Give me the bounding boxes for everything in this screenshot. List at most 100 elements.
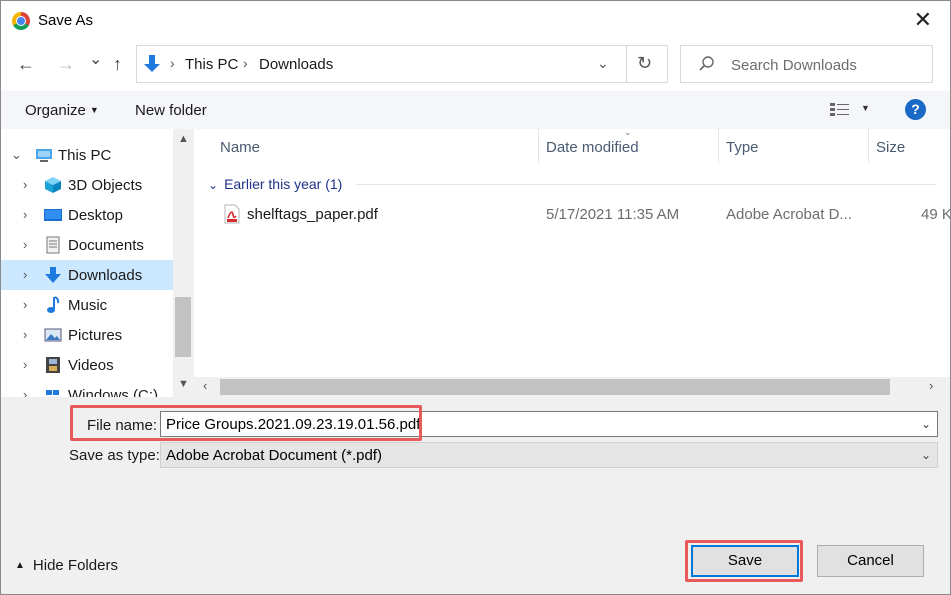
chevron-down-icon[interactable]: ⌄ (597, 55, 609, 72)
scroll-down-icon[interactable]: ▼ (178, 378, 189, 390)
chevron-right-icon[interactable]: › (23, 357, 27, 372)
breadcrumb-this-pc[interactable]: This PC (185, 56, 238, 73)
column-divider (718, 129, 719, 163)
save-as-type-select[interactable]: Adobe Acrobat Document (*.pdf) ⌄ (160, 442, 938, 468)
tree-item-label: Downloads (68, 267, 143, 284)
refresh-button[interactable]: ↻ (637, 53, 652, 74)
sort-indicator-icon: ⌄ (624, 129, 632, 137)
tree-item-windows-c[interactable]: › Windows (C:) (1, 380, 173, 397)
tree-item-label: Windows (C:) (68, 387, 159, 397)
chevron-right-icon: › (243, 55, 248, 71)
tree-item-label: 3D Objects (68, 177, 143, 194)
hide-folders-label: Hide Folders (32, 557, 118, 574)
column-divider (868, 129, 869, 163)
document-icon (46, 236, 60, 254)
caret-down-icon: ▼ (89, 105, 99, 115)
cancel-button[interactable]: Cancel (817, 545, 924, 577)
address-bar[interactable]: › This PC › Downloads ⌄ ↻ (136, 45, 668, 83)
chevron-right-icon[interactable]: › (23, 297, 27, 312)
scroll-left-icon[interactable]: ‹ (203, 378, 207, 393)
tree-item-downloads[interactable]: › Downloads (1, 260, 173, 290)
view-dropdown-icon[interactable]: ▼ (861, 103, 870, 113)
download-arrow-icon (144, 55, 160, 72)
save-as-dialog: Save As ✕ ← → ⌄ ↑ › This PC › Downloads … (0, 0, 951, 595)
pdf-file-icon (224, 204, 240, 224)
file-size: 49 K (921, 206, 950, 223)
chevron-right-icon[interactable]: › (23, 267, 27, 282)
desktop-icon (44, 209, 62, 221)
breadcrumb-downloads[interactable]: Downloads (259, 56, 333, 73)
music-note-icon (47, 296, 60, 313)
tree-item-label: Documents (68, 237, 144, 254)
help-button[interactable]: ? (905, 99, 926, 120)
organize-label: Organize (25, 102, 86, 119)
up-button[interactable]: ↑ (113, 53, 122, 75)
tree-item-label: Videos (68, 357, 114, 374)
chevron-down-icon[interactable]: ⌄ (921, 417, 931, 431)
scrollbar-thumb[interactable] (175, 297, 191, 357)
group-header-label: Earlier this year (1) (224, 176, 343, 192)
title-bar: Save As ✕ (1, 1, 950, 41)
tree-item-label: Desktop (68, 207, 124, 224)
drive-icon (46, 390, 59, 395)
highlight-box (685, 540, 803, 582)
close-button[interactable]: ✕ (914, 8, 932, 32)
command-toolbar: Organize ▼ New folder ▼ ? (1, 91, 950, 129)
chevron-right-icon[interactable]: › (23, 327, 27, 342)
forward-button[interactable]: → (57, 53, 75, 75)
navigation-bar: ← → ⌄ ↑ › This PC › Downloads ⌄ ↻ Search… (1, 41, 950, 91)
tree-item-documents[interactable]: › Documents (1, 230, 173, 260)
tree-item-3d-objects[interactable]: › 3D Objects (1, 170, 173, 200)
dialog-title: Save As (38, 12, 94, 29)
tree-item-label: Pictures (68, 327, 123, 344)
tree-item-desktop[interactable]: › Desktop (1, 200, 173, 230)
computer-icon (36, 149, 52, 162)
scroll-up-icon[interactable]: ▲ (178, 133, 189, 145)
file-date-modified: 5/17/2021 11:35 AM (546, 206, 680, 223)
search-box[interactable]: Search Downloads (680, 45, 933, 83)
caret-up-icon: ▲ (15, 560, 25, 571)
tree-item-music[interactable]: › Music (1, 290, 173, 320)
file-type: Adobe Acrobat D... (726, 206, 852, 223)
file-list-scrollbar[interactable]: ‹ › (194, 377, 950, 397)
back-button[interactable]: ← (17, 53, 35, 75)
tree-item-videos[interactable]: › Videos (1, 350, 173, 380)
scroll-right-icon[interactable]: › (929, 378, 933, 393)
chevron-down-icon: ⌄ (208, 178, 219, 192)
nav-pane-scrollbar[interactable]: ▲ ▼ (173, 129, 193, 397)
tree-item-label: Music (68, 297, 108, 314)
divider (626, 46, 627, 82)
column-header-type[interactable]: Type (726, 139, 759, 156)
group-divider (356, 184, 936, 185)
chevron-down-icon[interactable]: ⌄ (921, 448, 931, 462)
film-icon (46, 357, 60, 373)
chevron-right-icon: › (170, 55, 175, 71)
save-as-type-label: Save as type: (69, 447, 160, 464)
hide-folders-button[interactable]: ▲ Hide Folders (15, 557, 118, 574)
search-icon (699, 56, 714, 71)
save-as-type-value: Adobe Acrobat Document (*.pdf) (166, 447, 382, 464)
chevron-right-icon[interactable]: › (23, 177, 27, 192)
chevron-right-icon[interactable]: › (23, 237, 27, 252)
chevron-right-icon[interactable]: › (23, 207, 27, 222)
search-placeholder: Search Downloads (731, 57, 857, 74)
recent-locations-button[interactable]: ⌄ (89, 49, 102, 71)
column-divider (538, 129, 539, 163)
file-name: shelftags_paper.pdf (247, 206, 378, 223)
column-header-date-modified[interactable]: Date modified (546, 139, 639, 156)
tree-item-pictures[interactable]: › Pictures (1, 320, 173, 350)
picture-icon (44, 328, 62, 342)
scrollbar-thumb[interactable] (220, 379, 890, 395)
view-options-icon[interactable] (830, 102, 850, 116)
file-row[interactable]: shelftags_paper.pdf 5/17/2021 11:35 AM A… (194, 199, 950, 229)
chrome-icon (12, 12, 30, 30)
group-header[interactable]: ⌄ Earlier this year (1) (208, 176, 342, 192)
column-header-name[interactable]: Name (220, 139, 260, 156)
organize-button[interactable]: Organize ▼ (25, 102, 99, 119)
chevron-down-icon[interactable]: ⌄ (11, 147, 22, 163)
column-header-size[interactable]: Size (876, 139, 905, 156)
tree-item-label: This PC (58, 147, 112, 164)
chevron-right-icon[interactable]: › (23, 387, 27, 397)
new-folder-button[interactable]: New folder (135, 102, 207, 119)
tree-item-this-pc[interactable]: ⌄ This PC (1, 140, 173, 170)
